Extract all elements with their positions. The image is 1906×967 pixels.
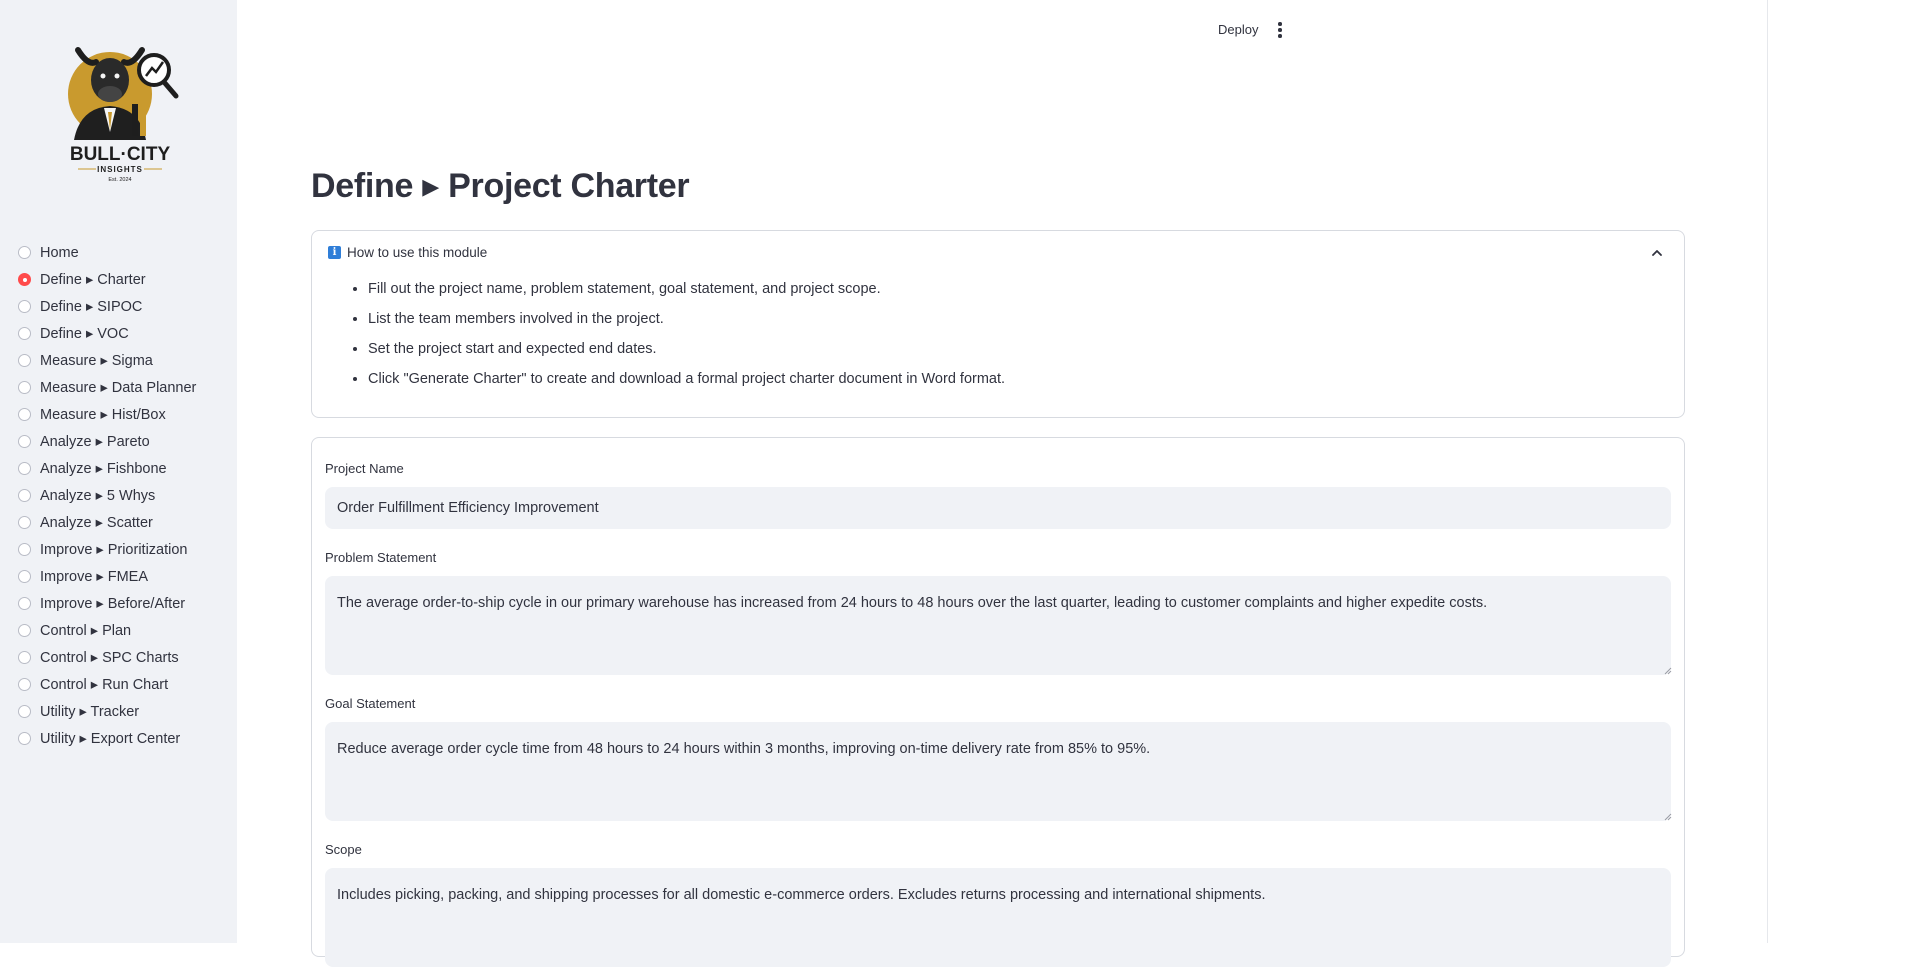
radio-icon[interactable]	[18, 489, 31, 502]
nav-item-label: Improve ▸ FMEA	[40, 568, 148, 585]
help-instructions: Fill out the project name, problem state…	[350, 279, 1005, 399]
resize-grip-icon[interactable]	[1663, 666, 1672, 675]
nav-item-label: Improve ▸ Before/After	[40, 595, 186, 612]
help-expander-title: How to use this module	[347, 245, 488, 260]
nav-item-define-charter[interactable]: Define ▸ Charter	[18, 266, 196, 293]
help-item: Set the project start and expected end d…	[368, 339, 1005, 369]
nav-item-utility-tracker[interactable]: Utility ▸ Tracker	[18, 698, 196, 725]
radio-icon[interactable]	[18, 732, 31, 745]
nav-item-measure-data-planner[interactable]: Measure ▸ Data Planner	[18, 374, 196, 401]
radio-icon[interactable]	[18, 246, 31, 259]
nav-item-control-run-chart[interactable]: Control ▸ Run Chart	[18, 671, 196, 698]
charter-form: Project Name Problem Statement The avera…	[311, 437, 1685, 967]
nav-item-define-sipoc[interactable]: Define ▸ SIPOC	[18, 293, 196, 320]
nav-item-label: Analyze ▸ Scatter	[40, 514, 153, 531]
project-name-label: Project Name	[325, 461, 404, 476]
nav-item-label: Analyze ▸ Pareto	[40, 433, 150, 450]
help-expander: i How to use this module Fill out the pr…	[311, 230, 1685, 418]
top-toolbar: Deploy	[1218, 20, 1286, 40]
nav-item-label: Control ▸ Run Chart	[40, 676, 169, 693]
radio-icon[interactable]	[18, 705, 31, 718]
nav-item-label: Define ▸ VOC	[40, 325, 129, 342]
radio-icon[interactable]	[18, 516, 31, 529]
nav-item-label: Measure ▸ Data Planner	[40, 379, 197, 396]
nav-item-label: Analyze ▸ 5 Whys	[40, 487, 156, 504]
nav-item-measure-sigma[interactable]: Measure ▸ Sigma	[18, 347, 196, 374]
help-item: Fill out the project name, problem state…	[368, 279, 1005, 309]
nav-item-label: Control ▸ SPC Charts	[40, 649, 179, 666]
nav-item-analyze-scatter[interactable]: Analyze ▸ Scatter	[18, 509, 196, 536]
nav-item-measure-hist-box[interactable]: Measure ▸ Hist/Box	[18, 401, 196, 428]
nav-item-label: Utility ▸ Export Center	[40, 730, 181, 747]
nav-item-label: Control ▸ Plan	[40, 622, 132, 639]
problem-statement-label: Problem Statement	[325, 550, 437, 565]
nav-item-label: Measure ▸ Hist/Box	[40, 406, 166, 423]
help-item: List the team members involved in the pr…	[368, 309, 1005, 339]
page-title: Define ▸ Project Charter	[311, 167, 690, 205]
nav-item-analyze-5-whys[interactable]: Analyze ▸ 5 Whys	[18, 482, 196, 509]
nav-item-define-voc[interactable]: Define ▸ VOC	[18, 320, 196, 347]
nav-item-utility-export-center[interactable]: Utility ▸ Export Center	[18, 725, 196, 752]
nav-item-label: Define ▸ SIPOC	[40, 298, 143, 315]
radio-icon[interactable]	[18, 651, 31, 664]
radio-icon[interactable]	[18, 381, 31, 394]
info-icon: i	[328, 246, 341, 259]
bull-city-insights-logo: BULL·CITY INSIGHTS Est. 2024	[58, 32, 182, 184]
radio-icon[interactable]	[18, 273, 31, 286]
nav-item-label: Measure ▸ Sigma	[40, 352, 153, 369]
nav-item-control-spc-charts[interactable]: Control ▸ SPC Charts	[18, 644, 196, 671]
radio-icon[interactable]	[18, 597, 31, 610]
radio-icon[interactable]	[18, 435, 31, 448]
sidebar: BULL·CITY INSIGHTS Est. 2024 Home Define …	[0, 0, 237, 943]
kebab-menu-icon[interactable]	[1274, 20, 1286, 40]
radio-icon[interactable]	[18, 408, 31, 421]
nav-item-analyze-fishbone[interactable]: Analyze ▸ Fishbone	[18, 455, 196, 482]
nav-item-label: Analyze ▸ Fishbone	[40, 460, 167, 477]
deploy-button[interactable]: Deploy	[1218, 22, 1258, 37]
logo-line1: BULL·CITY	[70, 144, 171, 165]
project-name-input[interactable]	[325, 487, 1671, 529]
radio-icon[interactable]	[18, 543, 31, 556]
nav-item-improve-fmea[interactable]: Improve ▸ FMEA	[18, 563, 196, 590]
scope-label: Scope	[325, 842, 362, 857]
nav-item-improve-before-after[interactable]: Improve ▸ Before/After	[18, 590, 196, 617]
scope-textarea[interactable]: Includes picking, packing, and shipping …	[325, 868, 1671, 967]
radio-icon[interactable]	[18, 327, 31, 340]
chevron-up-icon[interactable]	[1650, 247, 1664, 259]
radio-icon[interactable]	[18, 354, 31, 367]
goal-statement-label: Goal Statement	[325, 696, 416, 711]
page-navigation: Home Define ▸ Charter Define ▸ SIPOC Define…	[18, 239, 196, 752]
nav-item-analyze-pareto[interactable]: Analyze ▸ Pareto	[18, 428, 196, 455]
nav-item-label: Define ▸ Charter	[40, 271, 146, 288]
resize-grip-icon[interactable]	[1663, 812, 1672, 821]
logo-line2: INSIGHTS	[97, 165, 143, 174]
radio-icon[interactable]	[18, 678, 31, 691]
nav-item-home[interactable]: Home	[18, 239, 196, 266]
help-expander-header[interactable]: i How to use this module	[328, 245, 487, 260]
help-item: Click "Generate Charter" to create and d…	[368, 369, 1005, 399]
goal-statement-textarea[interactable]: Reduce average order cycle time from 48 …	[325, 722, 1671, 821]
nav-item-control-plan[interactable]: Control ▸ Plan	[18, 617, 196, 644]
right-divider	[1767, 0, 1768, 943]
logo-line3: Est. 2024	[108, 177, 131, 183]
radio-icon[interactable]	[18, 624, 31, 637]
radio-icon[interactable]	[18, 462, 31, 475]
radio-icon[interactable]	[18, 570, 31, 583]
nav-item-label: Home	[40, 244, 79, 261]
nav-item-label: Improve ▸ Prioritization	[40, 541, 188, 558]
radio-icon[interactable]	[18, 300, 31, 313]
problem-statement-textarea[interactable]: The average order-to-ship cycle in our p…	[325, 576, 1671, 675]
nav-item-label: Utility ▸ Tracker	[40, 703, 140, 720]
nav-item-improve-prioritization[interactable]: Improve ▸ Prioritization	[18, 536, 196, 563]
